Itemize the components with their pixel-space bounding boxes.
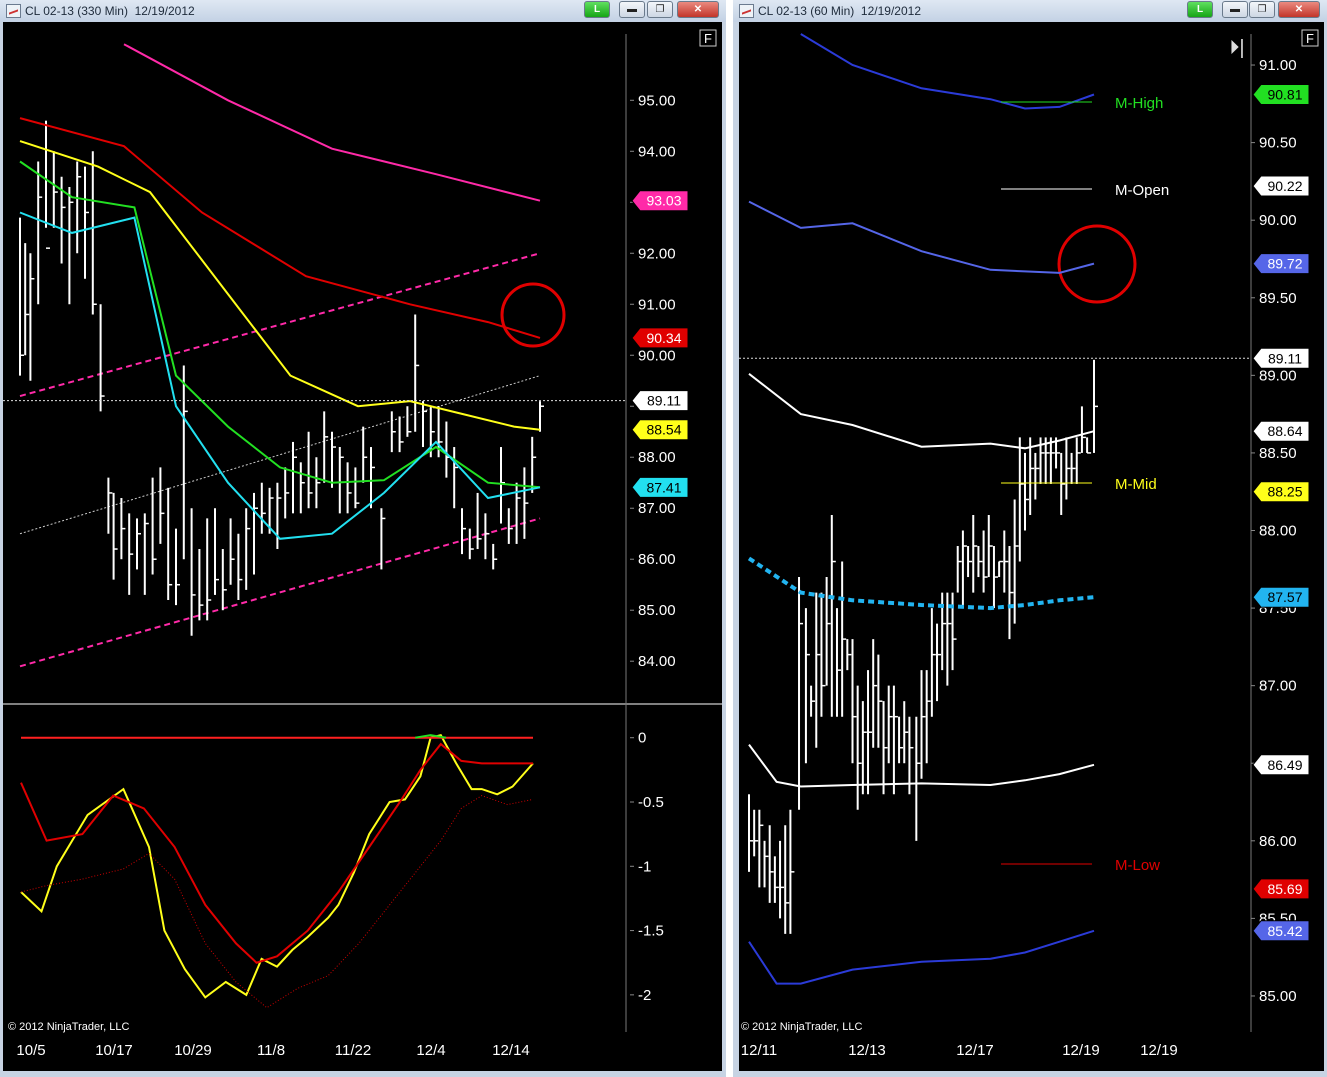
window-titlebar[interactable]: CL 02-13 (60 Min) 12/19/2012 L ▬ ❐ ✕ xyxy=(733,0,1327,22)
price-marker-label: 88.25 xyxy=(1267,484,1302,500)
chart-window-right: CL 02-13 (60 Min) 12/19/2012 L ▬ ❐ ✕ F ⏵… xyxy=(733,0,1327,1077)
x-tick-label: 12/19 xyxy=(1140,1042,1178,1059)
price-marker-label: 90.34 xyxy=(646,330,681,346)
series-line xyxy=(19,140,541,431)
chart-app-icon xyxy=(6,4,21,18)
window-title: CL 02-13 (330 Min) 12/19/2012 xyxy=(25,4,195,18)
chart-canvas-left[interactable]: F © 2012 NinjaTrader, LLC 95.00 94.00 93.0… xyxy=(3,22,722,1071)
trend-channel-line xyxy=(19,252,541,398)
series-line xyxy=(20,733,534,999)
x-tick-label: 12/11 xyxy=(741,1042,777,1059)
price-marker-label: 93.03 xyxy=(646,193,681,209)
y-tick-label: 0 xyxy=(638,730,646,747)
x-tick-label: 12/13 xyxy=(848,1042,886,1059)
y-tick-label: 95.00 xyxy=(638,92,676,109)
y-tick-label: 92.00 xyxy=(638,245,676,262)
y-tick-label: 90.50 xyxy=(1259,135,1297,152)
y-tick-label: 91.00 xyxy=(1259,57,1297,74)
x-tick-label: 10/17 xyxy=(95,1042,133,1059)
y-tick-label: 88.00 xyxy=(638,449,676,466)
series-line xyxy=(123,43,541,202)
y-tick-label: 86.00 xyxy=(638,551,676,568)
y-tick-label: 87.00 xyxy=(638,500,676,517)
price-marker-label: 87.41 xyxy=(646,479,681,495)
y-tick-label: 86.00 xyxy=(1259,833,1297,850)
y-tick-label: -1.5 xyxy=(638,923,664,940)
x-tick-label: 12/4 xyxy=(416,1042,445,1059)
price-marker-label: 90.22 xyxy=(1267,178,1302,194)
svg-text:F: F xyxy=(704,31,712,46)
legend-label: M-Mid xyxy=(1115,476,1157,493)
link-button[interactable]: L xyxy=(584,1,610,18)
chart-window-left: CL 02-13 (330 Min) 12/19/2012 L ▬ ❐ ✕ F … xyxy=(0,0,726,1077)
x-tick-label: 12/19 xyxy=(1062,1042,1100,1059)
y-tick-label: 88.00 xyxy=(1259,523,1297,540)
scroll-end-icon[interactable]: ⏵| xyxy=(1229,37,1244,59)
y-tick-label: 90.00 xyxy=(1259,212,1297,229)
y-tick-label: 90.00 xyxy=(638,347,676,364)
highlight-circle xyxy=(1057,224,1137,304)
price-marker-label: 89.11 xyxy=(647,393,681,409)
minimize-button[interactable]: ▬ xyxy=(1222,1,1248,18)
series-line xyxy=(19,117,541,339)
price-marker-label: 85.69 xyxy=(1267,881,1302,897)
x-tick-label: 10/5 xyxy=(16,1042,45,1059)
legend-label: M-Open xyxy=(1115,182,1169,199)
x-tick-label: 11/8 xyxy=(257,1042,285,1059)
x-tick-label: 10/29 xyxy=(174,1042,212,1059)
series-line xyxy=(748,200,1095,274)
f-button[interactable]: F xyxy=(1301,29,1319,47)
chart-area-right[interactable]: F ⏵| © 2012 NinjaTrader, LLC 91.00 90.50 9… xyxy=(739,22,1324,1071)
y-tick-label: 91.00 xyxy=(638,296,676,313)
price-marker-label: 88.64 xyxy=(1267,423,1302,439)
f-button[interactable]: F xyxy=(699,29,717,47)
price-marker-label: 86.49 xyxy=(1267,757,1302,773)
minimize-button[interactable]: ▬ xyxy=(619,1,645,18)
maximize-button[interactable]: ❐ xyxy=(1249,1,1275,18)
copyright-label: © 2012 NinjaTrader, LLC xyxy=(8,1021,129,1033)
y-tick-label: 85.00 xyxy=(638,602,676,619)
price-marker-label: 87.57 xyxy=(1267,589,1302,605)
window-title: CL 02-13 (60 Min) 12/19/2012 xyxy=(758,4,921,18)
chart-canvas-right[interactable]: F ⏵| © 2012 NinjaTrader, LLC 91.00 90.50 9… xyxy=(739,22,1324,1071)
price-marker-label: 89.72 xyxy=(1267,256,1302,272)
chart-app-icon xyxy=(739,4,754,18)
series-line xyxy=(747,556,1095,611)
y-tick-label: -0.5 xyxy=(638,794,664,811)
price-marker-label: 90.81 xyxy=(1267,87,1302,103)
price-marker-label: 89.11 xyxy=(1268,350,1302,366)
series-line xyxy=(748,929,1095,985)
copyright-label: © 2012 NinjaTrader, LLC xyxy=(741,1021,862,1033)
y-tick-label: 85.00 xyxy=(1259,988,1297,1005)
link-button[interactable]: L xyxy=(1187,1,1213,18)
y-tick-label: -2 xyxy=(638,987,651,1004)
series-line xyxy=(19,160,541,489)
series-line xyxy=(20,795,534,1009)
svg-text:F: F xyxy=(1306,31,1314,46)
legend-label: M-High xyxy=(1115,95,1163,112)
y-tick-label: 89.50 xyxy=(1259,290,1297,307)
series-line xyxy=(800,33,1095,110)
chart-area-left[interactable]: F © 2012 NinjaTrader, LLC 95.00 94.00 93.0… xyxy=(3,22,722,1071)
close-button[interactable]: ✕ xyxy=(1278,1,1320,18)
y-tick-label: 89.00 xyxy=(1259,367,1297,384)
x-tick-label: 12/14 xyxy=(492,1042,530,1059)
y-tick-label: 87.00 xyxy=(1259,678,1297,695)
close-button[interactable]: ✕ xyxy=(677,1,719,18)
price-marker-label: 88.54 xyxy=(646,422,681,438)
x-tick-label: 12/17 xyxy=(956,1042,994,1059)
y-tick-label: 88.50 xyxy=(1259,445,1297,462)
x-tick-label: 11/22 xyxy=(335,1042,371,1059)
y-tick-label: -1 xyxy=(638,858,651,875)
maximize-button[interactable]: ❐ xyxy=(647,1,673,18)
y-tick-label: 94.00 xyxy=(638,143,676,160)
legend-label: M-Low xyxy=(1115,857,1160,874)
series-line xyxy=(20,742,533,964)
window-titlebar[interactable]: CL 02-13 (330 Min) 12/19/2012 L ▬ ❐ ✕ xyxy=(0,0,726,22)
series-line xyxy=(748,373,1095,450)
price-marker-label: 85.42 xyxy=(1267,923,1302,939)
y-tick-label: 84.00 xyxy=(638,653,676,670)
